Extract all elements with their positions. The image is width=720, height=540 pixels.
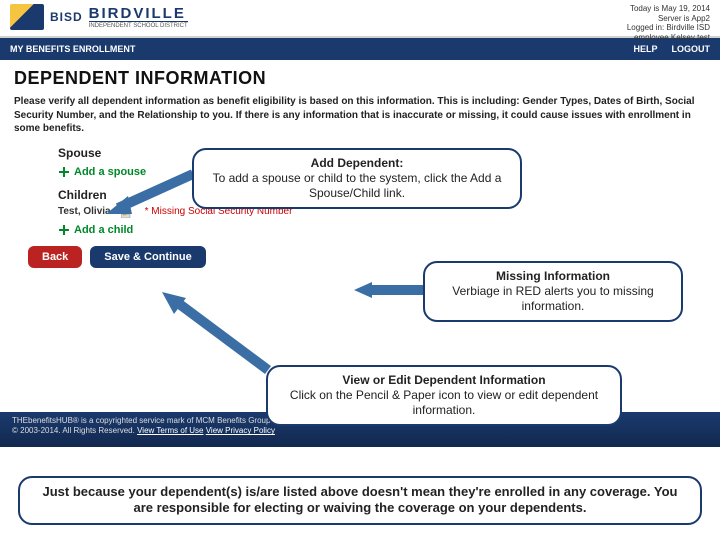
footer-privacy-link[interactable]: View Privacy Policy: [206, 426, 275, 435]
arrow-to-add-link: [98, 166, 198, 216]
brand-bisd-small: BISD: [50, 10, 83, 24]
meta-date: Today is May 19, 2014: [627, 4, 710, 14]
callout-view-edit-title: View or Edit Dependent Information: [342, 373, 545, 387]
callout-enrollment-note: Just because your dependent(s) is/are li…: [18, 476, 702, 525]
brand-text: BISD: [50, 10, 83, 24]
plus-icon: [58, 166, 70, 178]
plus-icon: [58, 224, 70, 236]
arrow-to-missing: [350, 280, 430, 300]
add-child-link[interactable]: Add a child: [58, 224, 706, 236]
callout-missing-info: Missing Information Verbiage in RED aler…: [423, 261, 683, 322]
meta-loggedin: Logged in: Birdville ISD: [627, 23, 710, 33]
brand-name: BIRDVILLE: [89, 6, 188, 21]
brand-subtitle: INDEPENDENT SCHOOL DISTRICT: [89, 21, 188, 29]
meta-user: employee Kelsey test: [627, 33, 710, 43]
session-meta: Today is May 19, 2014 Server is App2 Log…: [627, 4, 710, 42]
callout-view-edit-body: Click on the Pencil & Paper icon to view…: [290, 388, 598, 417]
nav-logout[interactable]: LOGOUT: [672, 44, 711, 54]
callout-enrollment-note-text: Just because your dependent(s) is/are li…: [43, 484, 678, 515]
add-child-label: Add a child: [74, 224, 133, 236]
callout-missing-info-body: Verbiage in RED alerts you to missing in…: [452, 284, 653, 313]
back-button[interactable]: Back: [28, 246, 82, 268]
callout-view-edit: View or Edit Dependent Information Click…: [266, 365, 622, 426]
instructions: Please verify all dependent information …: [14, 95, 706, 136]
footer-terms-link[interactable]: View Terms of Use: [137, 426, 203, 435]
header: BISD BIRDVILLE INDEPENDENT SCHOOL DISTRI…: [0, 0, 720, 38]
callout-add-dependent-title: Add Dependent:: [311, 156, 404, 170]
save-continue-button[interactable]: Save & Continue: [90, 246, 205, 268]
footer-copyright2: © 2003-2014. All Rights Reserved.: [12, 426, 135, 435]
meta-server: Server is App2: [627, 14, 710, 24]
nav-help[interactable]: HELP: [633, 44, 657, 54]
arrow-to-pencil: [156, 290, 276, 376]
navbar: MY BENEFITS ENROLLMENT HELP LOGOUT: [0, 38, 720, 60]
logo-icon: [10, 4, 44, 30]
brand-main: BIRDVILLE INDEPENDENT SCHOOL DISTRICT: [89, 6, 188, 29]
callout-missing-info-title: Missing Information: [496, 269, 610, 283]
nav-my-benefits[interactable]: MY BENEFITS ENROLLMENT: [10, 44, 135, 54]
callout-add-dependent: Add Dependent: To add a spouse or child …: [192, 148, 522, 209]
logo-group: BISD BIRDVILLE INDEPENDENT SCHOOL DISTRI…: [10, 4, 188, 30]
page-title: DEPENDENT INFORMATION: [14, 68, 706, 89]
callout-add-dependent-body: To add a spouse or child to the system, …: [213, 171, 502, 200]
